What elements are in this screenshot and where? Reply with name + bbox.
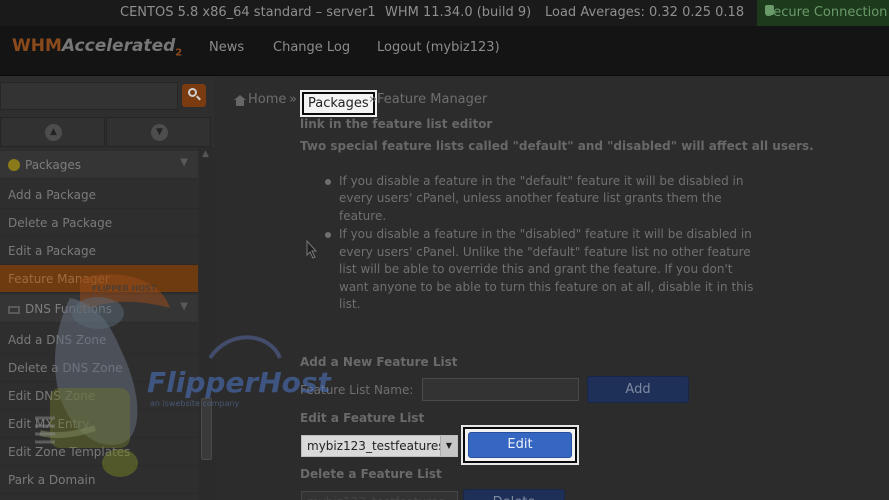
sidebar-item-edit-dns-zone[interactable]: Edit DNS Zone [0,382,198,410]
sidebar-item-delete-package[interactable]: Delete a Package [0,209,198,237]
sidebar: ▲ ▼ Packages ▼ Add a Package Delete a Pa… [0,77,214,500]
whm-logo[interactable]: WHMAccelerated2 [12,36,182,58]
collapse-all-button[interactable]: ▼ [106,117,211,147]
search-button[interactable] [182,84,206,107]
home-icon [234,95,246,106]
breadcrumb-packages-link[interactable]: Packages [300,90,377,117]
bullet-default-line3: feature. [339,209,387,223]
edit-feature-list-select[interactable]: mybiz123_testfeatures ▼ [301,435,458,457]
chevron-down-icon: ▼ [440,436,457,456]
chevron-down-icon: ▼ [180,301,188,312]
sidebar-item-edit-package[interactable]: Edit a Package [0,237,198,265]
logo-version-text: 2 [175,47,183,59]
chevron-up-icon: ▲ [45,124,62,141]
load-averages-text: Load Averages: 0.32 0.25 0.18 [545,5,745,20]
bullet-disabled-line4: want anyone to be able to turn this feat… [339,280,754,294]
bullet-default-line1: If you disable a feature in the "default… [339,174,744,188]
bullet-default-line2: every users' cPanel, unless another feat… [339,191,722,205]
main-content: Home » Packages » Feature Manager link i… [214,77,889,500]
add-feature-list-heading: Add a New Feature List [300,355,458,369]
edit-button[interactable]: Edit [468,432,572,458]
breadcrumb-separator: » [369,92,377,107]
delete-select-value: mybiz123_testfeatures [307,495,445,500]
edit-select-value: mybiz123_testfeatures [307,439,445,453]
scroll-up-icon[interactable]: ▲ [202,149,209,159]
nav-news-link[interactable]: News [209,40,244,55]
chevron-down-icon: ▼ [151,124,168,141]
sidebar-item-feature-manager[interactable]: Feature Manager [0,265,198,293]
sidebar-item-edit-mx-entry[interactable]: Edit MX Entry [0,410,198,438]
feature-list-name-label: Feature List Name: [300,383,414,397]
breadcrumb-home-link[interactable]: Home [248,92,286,107]
whm-version-text: WHM 11.34.0 (build 9) [385,5,532,20]
secure-connection-text: Secure Connection [765,5,888,20]
bullet-disabled-line2: every users' cPanel. Unlike the "default… [339,245,751,259]
delete-feature-list-select[interactable]: mybiz123_testfeatures [301,491,458,500]
sidebar-item-add-dns-zone[interactable]: Add a DNS Zone [0,326,198,354]
sidebar-category-packages[interactable]: Packages ▼ [0,151,198,179]
edit-feature-list-heading: Edit a Feature List [300,411,425,425]
server-status-bar: CENTOS 5.8 x86_64 standard – server1 WHM… [0,0,889,26]
add-button[interactable]: Add [587,376,689,403]
delete-feature-list-heading: Delete a Feature List [300,467,442,481]
sidebar-category-label: Packages [25,158,81,172]
sidebar-collapse-controls: ▲ ▼ [0,117,214,147]
mouse-cursor-icon [306,240,318,259]
sidebar-item-edit-zone-templates[interactable]: Edit Zone Templates [0,438,198,466]
secure-connection-badge: Secure Connection [757,0,889,26]
app-header: WHMAccelerated2 News Change Log Logout (… [0,26,889,76]
cut-off-text: link in the feature list editor [300,117,493,131]
intro-text: Two special feature lists called "defaul… [300,139,814,153]
dns-icon [8,306,20,314]
sidebar-scroll-thumb[interactable] [201,398,212,460]
server-os-text: CENTOS 5.8 x86_64 standard – server1 [120,5,376,20]
logo-whm-text: WHM [12,36,62,56]
packages-icon [8,159,20,171]
logo-accelerated-text: Accelerated [61,36,176,56]
sidebar-item-add-package[interactable]: Add a Package [0,181,198,209]
edit-button-highlight: Edit [461,425,579,465]
breadcrumb-separator: » [289,92,297,107]
expand-all-button[interactable]: ▲ [0,117,105,147]
chevron-down-icon: ▼ [180,157,188,168]
sidebar-category-dns[interactable]: DNS Functions ▼ [0,295,198,323]
sidebar-item-delete-dns-zone[interactable]: Delete a DNS Zone [0,354,198,382]
sidebar-item-park-domain[interactable]: Park a Domain [0,466,198,494]
nav-logout-link[interactable]: Logout (mybiz123) [377,40,500,55]
nav-changelog-link[interactable]: Change Log [273,40,350,55]
feature-list-name-input[interactable] [422,378,579,401]
bullet-disabled-line3: list will be able to override this and g… [339,262,733,276]
sidebar-category-label: DNS Functions [25,302,112,316]
sidebar-scrollbar[interactable]: ▲ [199,147,214,500]
bullet-disabled-line1: If you disable a feature in the "disable… [339,227,752,241]
bullet-disabled-line5: list. [339,297,361,311]
sidebar-search-input[interactable] [0,82,178,110]
breadcrumb-current: Feature Manager [377,92,488,107]
delete-button[interactable]: Delete [463,489,565,500]
